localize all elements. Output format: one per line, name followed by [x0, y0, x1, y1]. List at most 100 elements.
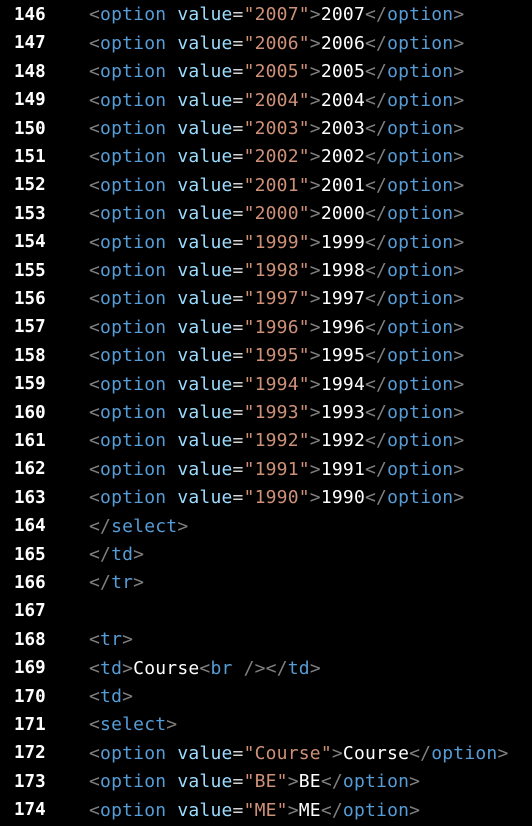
- equals-token: =: [232, 345, 244, 367]
- attribute-name-token: value: [177, 316, 233, 338]
- code-line[interactable]: 174 <option value="ME">ME</option>: [0, 796, 532, 824]
- tag-name-token: option: [100, 345, 167, 367]
- attribute-name-token: value: [177, 260, 233, 282]
- punctuation-token: >: [309, 174, 321, 196]
- attribute-name-token: value: [177, 174, 233, 196]
- tag-name-token: tr: [111, 572, 134, 594]
- attribute-value-token: "1998": [243, 260, 310, 282]
- code-editor[interactable]: 146 <option value="2007">2007</option> 147…: [0, 0, 532, 826]
- line-number: 147: [14, 33, 46, 54]
- code-line[interactable]: 162 <option value="1991">1991</option>: [0, 455, 532, 483]
- code-line[interactable]: 167: [0, 597, 532, 625]
- code-line[interactable]: 149 <option value="2004">2004</option>: [0, 86, 532, 114]
- punctuation-token: </: [320, 771, 343, 793]
- punctuation-token: >: [122, 629, 134, 651]
- tag-name-token: option: [100, 32, 167, 54]
- punctuation-token: </: [365, 430, 388, 452]
- equals-token: =: [232, 458, 244, 480]
- code-content: <option value="1999">1999</option>: [89, 232, 464, 253]
- line-number: 148: [14, 61, 46, 82]
- tag-name-token: option: [100, 458, 167, 480]
- tag-name-token: td: [100, 657, 123, 679]
- punctuation-token: >: [309, 4, 321, 26]
- text-content-token: Course: [342, 742, 410, 764]
- code-line[interactable]: 152 <option value="2001">2001</option>: [0, 171, 532, 199]
- code-line[interactable]: 150 <option value="2003">2003</option>: [0, 114, 532, 142]
- code-line[interactable]: 154 <option value="1999">1999</option>: [0, 228, 532, 256]
- code-line[interactable]: 157 <option value="1996">1996</option>: [0, 313, 532, 341]
- code-line[interactable]: 148 <option value="2005">2005</option>: [0, 58, 532, 86]
- line-number: 163: [14, 487, 46, 508]
- tag-name-token: td: [100, 686, 123, 708]
- code-content: </td>: [89, 544, 144, 565]
- code-line[interactable]: 163 <option value="1990">1990</option>: [0, 484, 532, 512]
- equals-token: =: [232, 260, 244, 282]
- text-content-token: BE: [298, 771, 321, 793]
- text-content-token: 1991: [320, 458, 365, 480]
- punctuation-token: >: [309, 402, 321, 424]
- tag-name-token: option: [387, 458, 454, 480]
- tag-name-token: option: [387, 288, 454, 310]
- punctuation-token: >: [453, 430, 465, 452]
- line-number: 167: [14, 601, 46, 622]
- code-line[interactable]: 147 <option value="2006">2006</option>: [0, 29, 532, 57]
- code-line[interactable]: 170 <td>: [0, 682, 532, 710]
- punctuation-token: >: [453, 61, 465, 83]
- line-number: 168: [14, 629, 46, 650]
- tag-name-token: option: [100, 174, 167, 196]
- text-content-token: 1996: [320, 316, 365, 338]
- punctuation-token: <: [89, 799, 101, 821]
- code-line[interactable]: 172 <option value="Course">Course</option…: [0, 739, 532, 767]
- attribute-value-token: "1994": [243, 373, 310, 395]
- tag-name-token: option: [387, 231, 454, 253]
- code-content: <td>: [89, 686, 133, 707]
- code-line[interactable]: 164 </select>: [0, 512, 532, 540]
- punctuation-token: <: [89, 487, 101, 509]
- punctuation-token: <: [89, 146, 101, 168]
- attribute-value-token: "2002": [243, 146, 310, 168]
- code-content: <option value="1995">1995</option>: [89, 345, 464, 366]
- punctuation-token: >: [453, 288, 465, 310]
- line-number: 174: [14, 800, 46, 821]
- code-line[interactable]: 169 <td>Course<br /></td>: [0, 654, 532, 682]
- code-line[interactable]: 166 </tr>: [0, 569, 532, 597]
- punctuation-token: >: [309, 32, 321, 54]
- code-line[interactable]: 146 <option value="2007">2007</option>: [0, 1, 532, 29]
- attribute-name-token: value: [177, 373, 233, 395]
- code-line[interactable]: 158 <option value="1995">1995</option>: [0, 342, 532, 370]
- punctuation-token: >: [409, 799, 421, 821]
- code-line[interactable]: 153 <option value="2000">2000</option>: [0, 200, 532, 228]
- attribute-value-token: "2007": [243, 4, 310, 26]
- code-line[interactable]: 168 <tr>: [0, 626, 532, 654]
- punctuation-token: </: [365, 402, 388, 424]
- code-line[interactable]: 156 <option value="1997">1997</option>: [0, 285, 532, 313]
- attribute-name-token: value: [177, 458, 233, 480]
- line-number: 173: [14, 771, 46, 792]
- punctuation-token: >: [453, 231, 465, 253]
- punctuation-token: <: [89, 629, 101, 651]
- code-line[interactable]: 161 <option value="1992">1992</option>: [0, 427, 532, 455]
- punctuation-token: <: [89, 686, 101, 708]
- line-number: 153: [14, 203, 46, 224]
- punctuation-token: >: [166, 714, 178, 736]
- code-content: <option value="2006">2006</option>: [89, 33, 464, 54]
- code-line[interactable]: 165 </td>: [0, 540, 532, 568]
- code-line[interactable]: 155 <option value="1998">1998</option>: [0, 256, 532, 284]
- punctuation-token: >: [453, 118, 465, 140]
- code-line[interactable]: 151 <option value="2002">2002</option>: [0, 143, 532, 171]
- punctuation-token: >: [309, 288, 321, 310]
- punctuation-token: >: [453, 260, 465, 282]
- attribute-name-token: value: [177, 799, 233, 821]
- code-line[interactable]: 159 <option value="1994">1994</option>: [0, 370, 532, 398]
- line-number: 157: [14, 317, 46, 338]
- code-line[interactable]: 160 <option value="1993">1993</option>: [0, 398, 532, 426]
- code-line[interactable]: 173 <option value="BE">BE</option>: [0, 768, 532, 796]
- attribute-value-token: "1997": [243, 288, 310, 310]
- code-line[interactable]: 171 <select>: [0, 711, 532, 739]
- punctuation-token: <: [89, 61, 101, 83]
- text-content-token: 1993: [320, 402, 365, 424]
- text-content-token: 1990: [320, 487, 365, 509]
